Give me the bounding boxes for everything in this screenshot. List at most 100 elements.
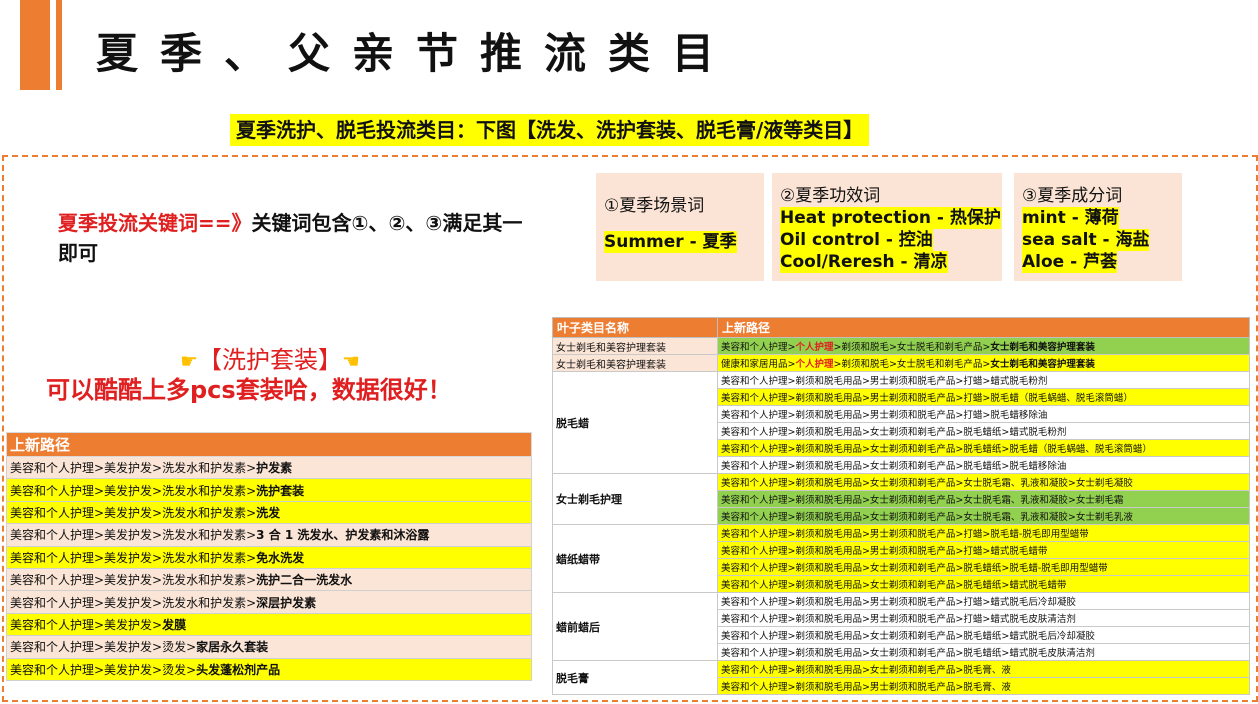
path-leaf: 洗护套装 xyxy=(256,483,305,498)
path-leaf: 家居永久套装 xyxy=(196,640,269,655)
category-cell: 蜡前蜡后 xyxy=(552,592,718,661)
table-row: 美容和个人护理>美发护发>洗发水和护发素>洗护二合一洗发水 xyxy=(6,567,532,592)
path-cell: 美容和个人护理>剃须和脱毛用品>男士剃须和脱毛产品>打蜡>脱毛蜡移除油 xyxy=(717,405,1250,423)
path-cell: 美容和个人护理>剃须和脱毛用品>男士剃须和脱毛产品>打蜡>蜡式脱毛皮肤清洁剂 xyxy=(717,609,1250,627)
promo-text: 可以酷酷上多pcs套装哈，数据很好！ xyxy=(46,376,452,404)
path-cell: 美容和个人护理>美发护发>烫发>头发蓬松剂产品 xyxy=(6,657,532,681)
card-item: Aloe - 芦荟 xyxy=(1022,251,1118,273)
path-prefix: 美容和个人护理>美发护发>洗发水和护发素> xyxy=(10,573,257,588)
path-cell: 美容和个人护理>美发护发>洗发水和护发素>深层护发素 xyxy=(6,590,532,614)
path-cell: 美容和个人护理>剃须和脱毛用品>男士剃须和脱毛产品>脱毛膏、液 xyxy=(717,677,1250,695)
card-item: Heat protection - 热保护 xyxy=(780,207,1001,229)
category-cell: 女士剃毛和美容护理套装 xyxy=(552,337,718,355)
path-cell: 美容和个人护理>美发护发>发膜 xyxy=(6,612,532,637)
path-cell: 健康和家居用品>个人护理>剃须和脱毛>女士脱毛和剃毛产品>女士剃毛和美容护理套装 xyxy=(717,354,1250,372)
keyword-card-ingredient: ③夏季成分词 mint - 薄荷 sea salt - 海盐 Aloe - 芦荟 xyxy=(1014,173,1182,281)
path-cell: 美容和个人护理>剃须和脱毛用品>男士剃须和脱毛产品>打蜡>蜡式脱毛蜡带 xyxy=(717,541,1250,559)
table-row: 脱毛蜡 美容和个人护理>剃须和脱毛用品>男士剃须和脱毛产品>打蜡>蜡式脱毛粉剂 xyxy=(552,371,1250,474)
path-cell: 美容和个人护理>剃须和脱毛用品>男士剃须和脱毛产品>打蜡>蜡式脱毛粉剂 xyxy=(717,371,1250,389)
card-item: mint - 薄荷 xyxy=(1022,207,1119,229)
path-cell: 美容和个人护理>剃须和脱毛用品>男士剃须和脱毛产品>打蜡>蜡式脱毛后冷却凝胶 xyxy=(717,592,1250,610)
table-row: 美容和个人护理>美发护发>洗发水和护发素>免水洗发 xyxy=(6,545,532,569)
path-prefix: 美容和个人护理>美发护发>洗发水和护发素> xyxy=(10,550,257,565)
path-prefix: 美容和个人护理>美发护发>洗发水和护发素> xyxy=(10,483,257,498)
path-prefix: 美容和个人护理>美发护发>洗发水和护发素> xyxy=(10,505,257,520)
path-prefix: 美容和个人护理>美发护发>洗发水和护发素> xyxy=(10,528,257,543)
path-cell: 美容和个人护理>剃须和脱毛用品>女士剃须和剃毛产品>脱毛蜡纸>蜡式脱毛后冷却凝胶 xyxy=(717,626,1250,644)
path-prefix: 美容和个人护理>美发护发> xyxy=(10,617,163,632)
path-cell: 美容和个人护理>剃须和脱毛用品>女士剃须和剃毛产品>脱毛膏、液 xyxy=(717,660,1250,678)
table-row: 蜡纸蜡带 美容和个人护理>剃须和脱毛用品>男士剃须和脱毛产品>打蜡>脱毛蜡-脱毛即… xyxy=(552,524,1250,593)
keyword-label: 夏季投流关键词==》 xyxy=(58,211,252,235)
path-cell: 美容和个人护理>个人护理>剃须和脱毛>女士脱毛和剃毛产品>女士剃毛和美容护理套装 xyxy=(717,337,1250,355)
path-prefix: 健康和家居用品> xyxy=(721,359,796,370)
path-cell: 美容和个人护理>美发护发>洗发水和护发素>3 合 1 洗发水、护发素和沐浴露 xyxy=(6,523,532,547)
table-row: 女士剃毛护理 美容和个人护理>剃须和脱毛用品>女士剃须和剃毛产品>女士脱毛霜、乳液… xyxy=(552,473,1250,525)
table-row: 美容和个人护理>美发护发>洗发水和护发素>洗发 xyxy=(6,500,532,525)
path-cell: 美容和个人护理>美发护发>洗发水和护发素>护发素 xyxy=(6,455,532,480)
path-middle: >剃须和脱毛>女士脱毛和剃毛产品> xyxy=(833,359,991,370)
path-cell: 美容和个人护理>美发护发>洗发水和护发素>洗护二合一洗发水 xyxy=(6,567,532,592)
path-middle: >剃须和脱毛>女士脱毛和剃毛产品> xyxy=(833,342,991,353)
path-cell: 美容和个人护理>剃须和脱毛用品>女士剃须和剃毛产品>脱毛蜡纸>脱毛蜡（脱毛蜗蜡、… xyxy=(717,439,1250,457)
card-item: Summer - 夏季 xyxy=(604,231,737,253)
path-leaf: 免水洗发 xyxy=(256,550,305,565)
path-leaf: 洗护二合一洗发水 xyxy=(256,573,353,588)
hair-removal-path-table: 叶子类目名称 上新路径 女士剃毛和美容护理套装 美容和个人护理>个人护理>剃须和脱… xyxy=(552,317,1250,695)
path-cell: 美容和个人护理>美发护发>洗发水和护发素>洗护套装 xyxy=(6,478,532,502)
card-title: ①夏季场景词 xyxy=(604,196,705,216)
path-leaf: 头发蓬松剂产品 xyxy=(196,662,281,677)
path-prefix: 美容和个人护理>美发护发>洗发水和护发素> xyxy=(10,595,257,610)
path-cell: 美容和个人护理>剃须和脱毛用品>女士剃须和剃毛产品>脱毛蜡纸>蜡式脱毛粉剂 xyxy=(717,422,1250,440)
path-leaf: 3 合 1 洗发水、护发素和沐浴露 xyxy=(256,528,430,543)
accent-bar-thin xyxy=(56,0,62,90)
path-cell: 美容和个人护理>美发护发>洗发水和护发素>洗发 xyxy=(6,500,532,525)
path-highlight: 个人护理 xyxy=(795,342,834,353)
path-leaf: 女士剃毛和美容护理套装 xyxy=(990,342,1095,353)
card-title: ②夏季功效词 xyxy=(780,186,881,206)
card-item: sea salt - 海盐 xyxy=(1022,229,1150,251)
path-cell: 美容和个人护理>剃须和脱毛用品>女士剃须和剃毛产品>女士脱毛霜、乳液和凝胶>女士… xyxy=(717,490,1250,508)
hair-care-path-table: 上新路径 美容和个人护理>美发护发>洗发水和护发素>护发素 美容和个人护理>美发护… xyxy=(6,432,532,681)
section-subtitle: 夏季洗护、脱毛投流类目：下图【洗发、洗护套装、脱毛膏/液等类目】 xyxy=(230,114,870,146)
path-cell: 美容和个人护理>剃须和脱毛用品>女士剃须和剃毛产品>脱毛蜡纸>脱毛蜡移除油 xyxy=(717,456,1250,474)
table-row: 脱毛膏 美容和个人护理>剃须和脱毛用品>女士剃须和剃毛产品>脱毛膏、液 xyxy=(552,660,1250,695)
table-row: 美容和个人护理>美发护发>洗发水和护发素>护发素 xyxy=(6,455,532,480)
path-cell: 美容和个人护理>剃须和脱毛用品>女士剃须和剃毛产品>脱毛蜡纸>蜡式脱毛蜡带 xyxy=(717,575,1250,593)
path-cell: 美容和个人护理>剃须和脱毛用品>男士剃须和脱毛产品>打蜡>脱毛蜡（脱毛蜗蜡、脱毛… xyxy=(717,388,1250,406)
table-row: 蜡前蜡后 美容和个人护理>剃须和脱毛用品>男士剃须和脱毛产品>打蜡>蜡式脱毛后冷却… xyxy=(552,592,1250,661)
card-title: ③夏季成分词 xyxy=(1022,186,1123,206)
card-item: Oil control - 控油 xyxy=(780,229,933,251)
table-header: 上新路径 xyxy=(717,317,1250,338)
category-cell: 蜡纸蜡带 xyxy=(552,524,718,593)
path-leaf: 女士剃毛和美容护理套装 xyxy=(990,359,1095,370)
keyword-note: 夏季投流关键词==》关键词包含①、②、③满足其一即可 xyxy=(58,208,538,268)
path-prefix: 美容和个人护理> xyxy=(721,342,796,353)
table-row: 美容和个人护理>美发护发>洗发水和护发素>3 合 1 洗发水、护发素和沐浴露 xyxy=(6,523,532,547)
path-prefix: 美容和个人护理>美发护发>烫发> xyxy=(10,662,197,677)
table-row: 女士剃毛和美容护理套装 美容和个人护理>个人护理>剃须和脱毛>女士脱毛和剃毛产品>… xyxy=(552,337,1250,355)
table-row: 美容和个人护理>美发护发>烫发>头发蓬松剂产品 xyxy=(6,657,532,681)
path-cell: 美容和个人护理>剃须和脱毛用品>男士剃须和脱毛产品>打蜡>脱毛蜡-脱毛即用型蜡带 xyxy=(717,524,1250,542)
path-prefix: 美容和个人护理>美发护发>烫发> xyxy=(10,640,197,655)
table-row: 美容和个人护理>美发护发>发膜 xyxy=(6,612,532,637)
card-item: Cool/Reresh - 清凉 xyxy=(780,251,948,273)
category-cell: 脱毛膏 xyxy=(552,660,718,695)
path-leaf: 洗发 xyxy=(256,505,281,520)
path-cell: 美容和个人护理>剃须和脱毛用品>女士剃须和剃毛产品>女士脱毛霜、乳液和凝胶>女士… xyxy=(717,473,1250,491)
table-row: 女士剃毛和美容护理套装 健康和家居用品>个人护理>剃须和脱毛>女士脱毛和剃毛产品>… xyxy=(552,354,1250,372)
category-cell: 女士剃毛和美容护理套装 xyxy=(552,354,718,372)
table-row: 美容和个人护理>美发护发>烫发>家居永久套装 xyxy=(6,635,532,659)
path-cell: 美容和个人护理>剃须和脱毛用品>女士剃须和剃毛产品>脱毛蜡纸>脱毛蜡-脱毛即用型… xyxy=(717,558,1250,576)
path-leaf: 发膜 xyxy=(162,617,187,632)
path-cell: 美容和个人护理>美发护发>洗发水和护发素>免水洗发 xyxy=(6,545,532,569)
category-cell: 女士剃毛护理 xyxy=(552,473,718,525)
path-prefix: 美容和个人护理>美发护发>洗发水和护发素> xyxy=(10,461,257,476)
path-leaf: 护发素 xyxy=(256,461,293,476)
category-cell: 脱毛蜡 xyxy=(552,371,718,474)
keyword-card-effect: ②夏季功效词 Heat protection - 热保护 Oil control… xyxy=(772,173,1002,281)
path-cell: 美容和个人护理>美发护发>烫发>家居永久套装 xyxy=(6,635,532,659)
page-title: 夏季、父亲节推流类目 xyxy=(96,29,737,78)
accent-bar xyxy=(20,0,50,90)
path-cell: 美容和个人护理>剃须和脱毛用品>女士剃须和剃毛产品>女士脱毛霜、乳液和凝胶>女士… xyxy=(717,507,1250,525)
